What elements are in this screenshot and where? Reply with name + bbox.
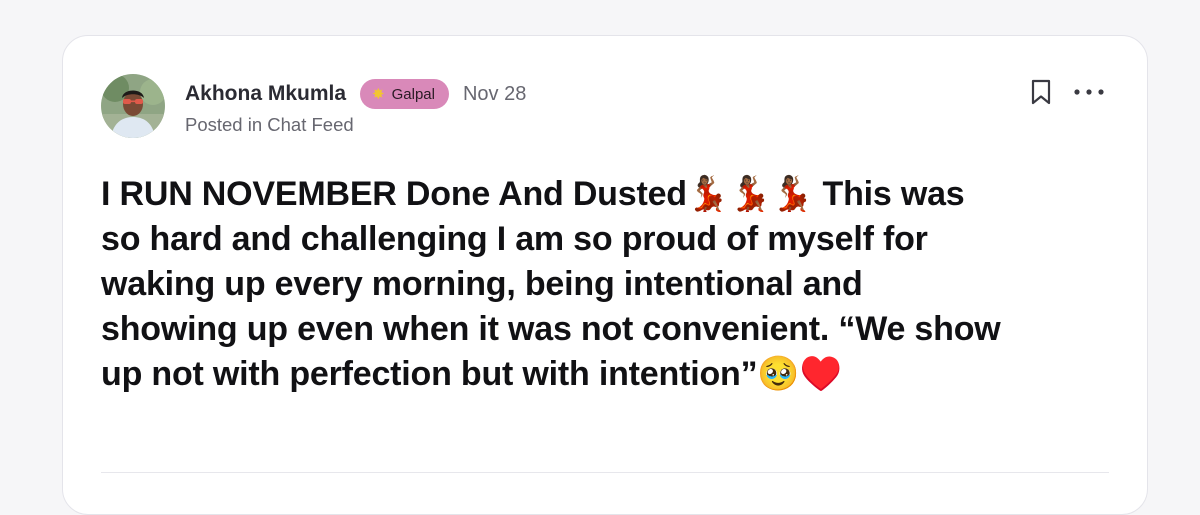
badge-label: Galpal	[391, 85, 435, 103]
author-name[interactable]: Akhona Mkumla	[185, 82, 346, 106]
post-date[interactable]: Nov 28	[463, 83, 526, 106]
member-badge[interactable]: ✸ Galpal	[360, 79, 449, 109]
post-card: Akhona Mkumla ✸ Galpal Nov 28 Posted in …	[62, 35, 1148, 515]
star-icon: ✸	[372, 85, 385, 103]
divider	[101, 472, 1109, 473]
more-options-icon	[1074, 89, 1104, 95]
post-body: I RUN NOVEMBER Done And Dusted💃🏾💃🏾💃🏾 Thi…	[101, 175, 1001, 393]
bookmark-button[interactable]	[1025, 75, 1057, 109]
bookmark-icon	[1031, 79, 1051, 105]
more-options-button[interactable]	[1069, 75, 1109, 109]
author-avatar[interactable]	[101, 74, 165, 138]
posted-in-label[interactable]: Posted in Chat Feed	[185, 114, 354, 136]
author-row: Akhona Mkumla ✸ Galpal Nov 28	[185, 78, 526, 110]
